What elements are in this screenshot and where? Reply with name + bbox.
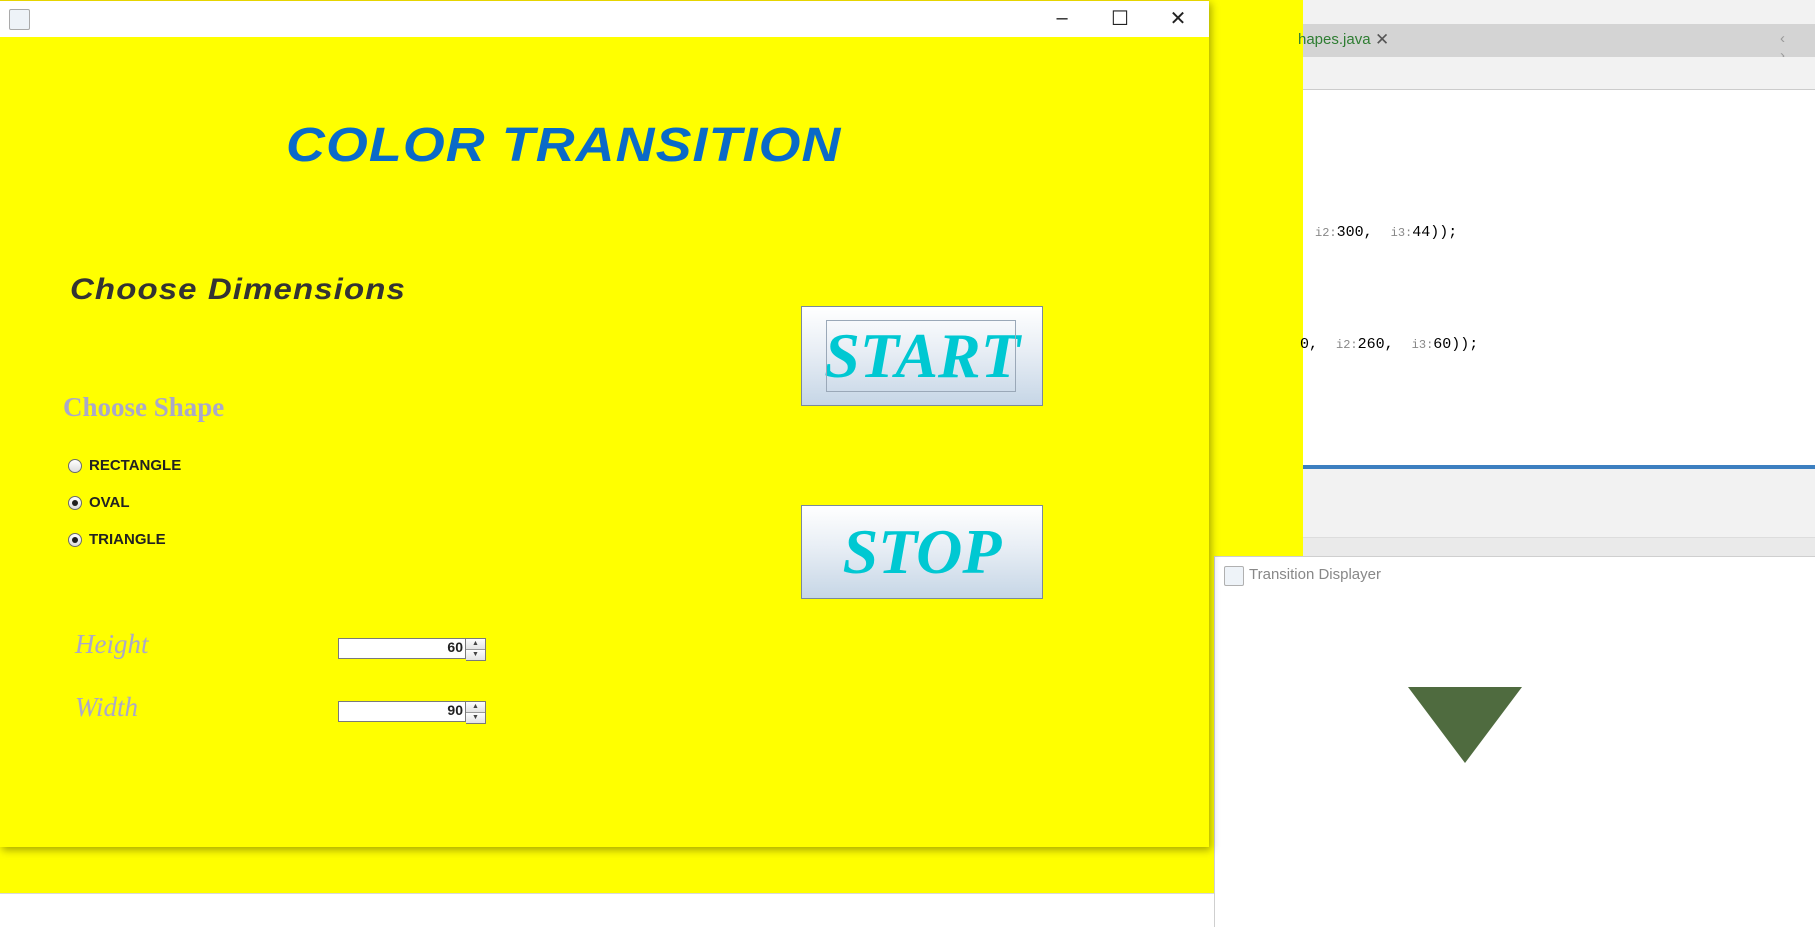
ide-toolbar: [1303, 57, 1815, 90]
width-label: Width: [75, 692, 139, 722]
radio-triangle[interactable]: TRIANGLE: [68, 531, 166, 548]
ide-code-editor[interactable]: [1303, 90, 1815, 466]
width-spinner[interactable]: 90 ▲ ▼: [338, 701, 488, 724]
height-label: Height: [75, 629, 149, 659]
spinner-buttons: ▲ ▼: [466, 701, 486, 724]
ide-lower-panel: [1303, 469, 1815, 537]
maximize-button[interactable]: ☐: [1091, 0, 1149, 37]
spinner-up-icon[interactable]: ▲: [466, 639, 485, 649]
code-line: i2:300, i3:44));: [1315, 224, 1457, 241]
spinner-down-icon[interactable]: ▼: [466, 712, 485, 723]
stop-button-label: STOP: [842, 516, 1002, 587]
shape-heading: Choose Shape: [63, 392, 225, 422]
ide-tab-close-icon[interactable]: ✕: [1375, 30, 1389, 50]
minimize-button[interactable]: –: [1033, 0, 1091, 37]
param-hint: i3:: [1411, 338, 1434, 352]
displayer-title: Transition Displayer: [1249, 566, 1381, 583]
radio-oval[interactable]: OVAL: [68, 494, 130, 511]
radio-label: OVAL: [89, 494, 130, 511]
param-hint: i2:: [1315, 226, 1337, 240]
radio-label: TRIANGLE: [89, 531, 166, 548]
radio-button[interactable]: [68, 532, 82, 547]
width-input[interactable]: 90: [338, 701, 466, 722]
spinner-down-icon[interactable]: ▼: [466, 649, 485, 660]
param-hint: i3:: [1390, 226, 1413, 240]
code-value: 260,: [1357, 336, 1394, 353]
triangle-shape: [1408, 687, 1522, 763]
code-value: 44));: [1412, 224, 1458, 241]
height-input[interactable]: 60: [338, 638, 466, 659]
code-value: 0,: [1300, 336, 1319, 353]
code-line: 0, i2:260, i3:60));: [1300, 336, 1478, 353]
ide-status-area: [1303, 537, 1815, 557]
java-icon: [9, 9, 30, 30]
stop-button[interactable]: STOP: [801, 505, 1043, 599]
close-button[interactable]: ✕: [1149, 0, 1207, 37]
ide-tab-filename[interactable]: hapes.java: [1298, 31, 1371, 48]
param-hint: i2:: [1336, 338, 1358, 352]
spinner-up-icon[interactable]: ▲: [466, 702, 485, 712]
page-title: COLOR TRANSITION: [286, 119, 842, 172]
code-value: 300,: [1336, 224, 1373, 241]
radio-label: RECTANGLE: [89, 457, 182, 474]
height-spinner[interactable]: 60 ▲ ▼: [338, 638, 488, 661]
radio-button[interactable]: [68, 458, 82, 473]
triangle-fill: [1408, 687, 1522, 763]
title-bar[interactable]: [0, 0, 1209, 37]
java-icon: [1224, 566, 1244, 586]
radio-rectangle[interactable]: RECTANGLE: [68, 457, 181, 474]
spinner-buttons: ▲ ▼: [466, 638, 486, 661]
code-value: 60));: [1433, 336, 1479, 353]
dimensions-heading: Choose Dimensions: [70, 273, 406, 306]
radio-button[interactable]: [68, 495, 82, 510]
taskbar-strip: [0, 893, 1215, 928]
focus-ring: [826, 320, 1016, 392]
